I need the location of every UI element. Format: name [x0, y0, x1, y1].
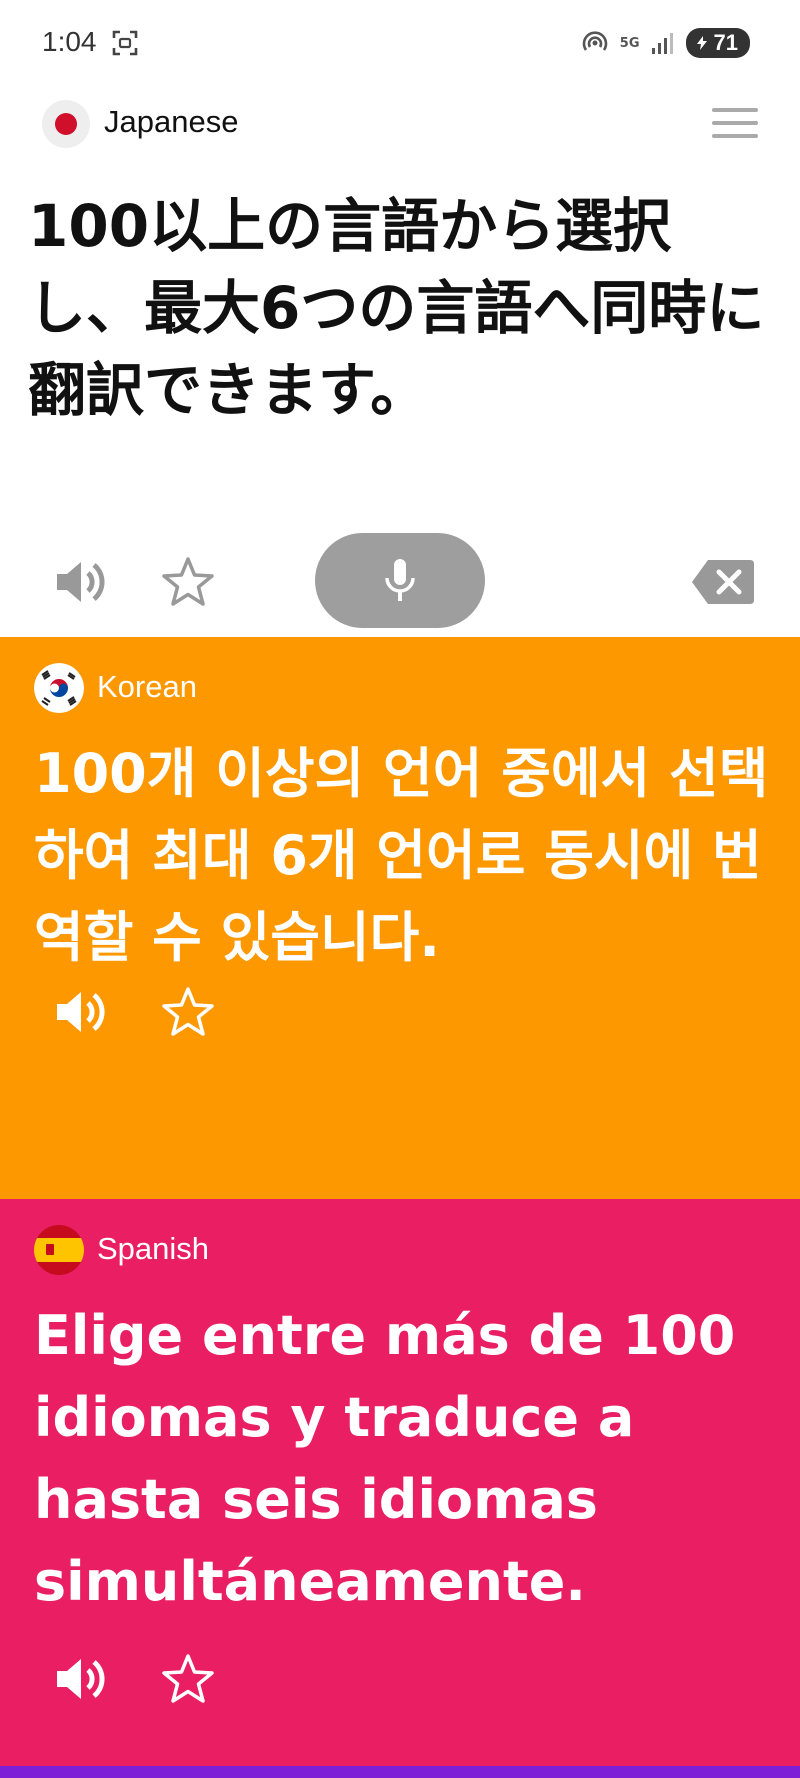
status-bar: 1:04 5G 71 — [0, 0, 800, 90]
spanish-favorite-button[interactable] — [158, 1649, 218, 1709]
clear-button[interactable] — [688, 552, 758, 612]
network-label: 5G — [619, 35, 640, 51]
menu-button[interactable] — [712, 108, 758, 140]
signal-icon — [651, 33, 673, 54]
status-time: 1:04 — [42, 26, 97, 57]
microphone-icon — [385, 558, 415, 601]
status-icons: 5G 71 — [580, 28, 750, 58]
korean-favorite-button[interactable] — [158, 982, 218, 1042]
translation-language-label[interactable]: Korean — [97, 669, 197, 705]
source-speak-button[interactable] — [50, 552, 110, 612]
hotspot-icon — [582, 31, 608, 51]
speaker-icon — [57, 562, 105, 602]
translation-toolbar — [0, 982, 800, 1062]
translation-text[interactable]: Elige entre más de 100 idiomas y traduce… — [34, 1295, 774, 1623]
battery-level: 71 — [713, 30, 738, 55]
korea-flag-icon[interactable] — [34, 663, 84, 713]
charging-icon — [696, 36, 707, 50]
translation-text[interactable]: 100개 이상의 언어 중에서 선택하여 최대 6개 언어로 동시에 번역할 수… — [34, 733, 774, 979]
translation-panel-spanish: Spanish Elige entre más de 100 idiomas y… — [0, 1199, 800, 1766]
speaker-icon — [57, 1659, 105, 1699]
translation-panel-korean: Korean 100개 이상의 언어 중에서 선택하여 최대 6개 언어로 동시… — [0, 637, 800, 1199]
menu-icon-bar — [712, 108, 758, 112]
japan-flag-icon[interactable] — [42, 100, 90, 148]
bottom-accent-bar — [0, 1766, 800, 1778]
battery-indicator: 71 — [685, 28, 750, 58]
star-outline-icon — [162, 557, 214, 606]
star-outline-icon — [162, 1654, 214, 1703]
source-favorite-button[interactable] — [158, 552, 218, 612]
spain-flag-icon[interactable] — [34, 1225, 84, 1275]
menu-icon-bar — [712, 121, 758, 125]
screenshot-icon — [112, 30, 138, 56]
translation-toolbar — [0, 1649, 800, 1729]
source-language-selector[interactable]: Japanese — [104, 104, 238, 140]
speaker-icon — [57, 992, 105, 1032]
source-text[interactable]: 100以上の言語から選択し、最大6つの言語へ同時に翻訳できます。 — [28, 185, 778, 431]
star-outline-icon — [162, 987, 214, 1036]
spanish-speak-button[interactable] — [50, 1649, 110, 1709]
source-toolbar — [0, 528, 800, 638]
microphone-button[interactable] — [315, 533, 485, 628]
translation-language-label[interactable]: Spanish — [97, 1231, 209, 1267]
korean-speak-button[interactable] — [50, 982, 110, 1042]
menu-icon-bar — [712, 134, 758, 138]
backspace-icon — [692, 560, 754, 604]
app-header: Japanese — [0, 90, 800, 160]
